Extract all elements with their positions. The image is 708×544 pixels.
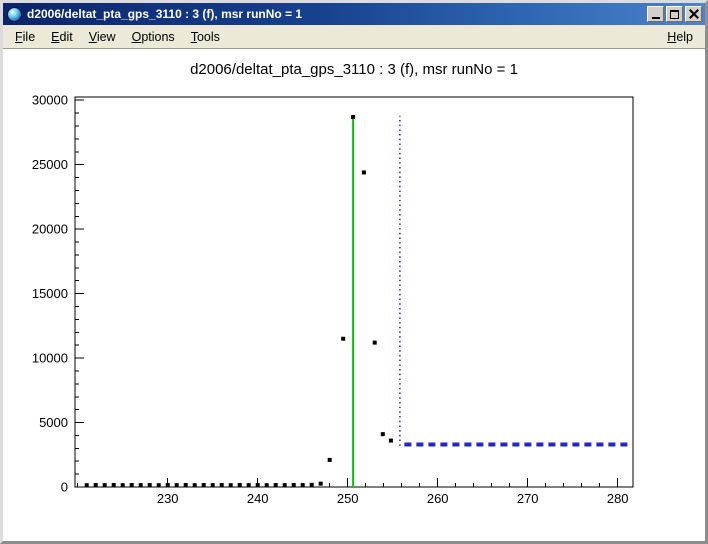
- close-icon: [689, 9, 699, 19]
- plot-area[interactable]: 230 240 250 260 270 280 0 5000 10000 15000 20000 25…: [3, 85, 705, 525]
- app-window: d2006/deltat_pta_gps_3110 : 3 (f), msr r…: [0, 0, 708, 544]
- minimize-button[interactable]: [647, 6, 664, 22]
- titlebar[interactable]: d2006/deltat_pta_gps_3110 : 3 (f), msr r…: [3, 3, 705, 25]
- root-canvas[interactable]: d2006/deltat_pta_gps_3110 : 3 (f), msr r…: [3, 49, 705, 541]
- menu-options[interactable]: Options: [124, 28, 183, 46]
- svg-text:10000: 10000: [32, 351, 68, 366]
- svg-text:250: 250: [337, 491, 359, 506]
- svg-text:15000: 15000: [32, 286, 68, 301]
- svg-text:5000: 5000: [39, 415, 68, 430]
- minimize-icon: [652, 17, 660, 19]
- chart-title: d2006/deltat_pta_gps_3110 : 3 (f), msr r…: [3, 61, 705, 78]
- svg-text:0: 0: [61, 480, 68, 495]
- menu-view[interactable]: View: [81, 28, 124, 46]
- close-button[interactable]: [685, 6, 702, 22]
- maximize-icon: [670, 10, 679, 19]
- svg-text:30000: 30000: [32, 93, 68, 108]
- window-controls: [645, 6, 702, 22]
- svg-text:230: 230: [157, 491, 179, 506]
- menu-tools[interactable]: Tools: [183, 28, 228, 46]
- svg-text:25000: 25000: [32, 157, 68, 172]
- svg-text:240: 240: [247, 491, 269, 506]
- window-icon: [7, 7, 22, 22]
- menu-edit[interactable]: Edit: [43, 28, 81, 46]
- menubar: File Edit View Options Tools Help: [3, 25, 705, 49]
- svg-text:260: 260: [427, 491, 449, 506]
- window-title: d2006/deltat_pta_gps_3110 : 3 (f), msr r…: [27, 7, 645, 21]
- svg-text:280: 280: [607, 491, 629, 506]
- menu-file[interactable]: File: [7, 28, 43, 46]
- menu-help[interactable]: Help: [659, 28, 701, 46]
- svg-text:20000: 20000: [32, 222, 68, 237]
- maximize-button[interactable]: [666, 6, 683, 22]
- svg-text:270: 270: [517, 491, 539, 506]
